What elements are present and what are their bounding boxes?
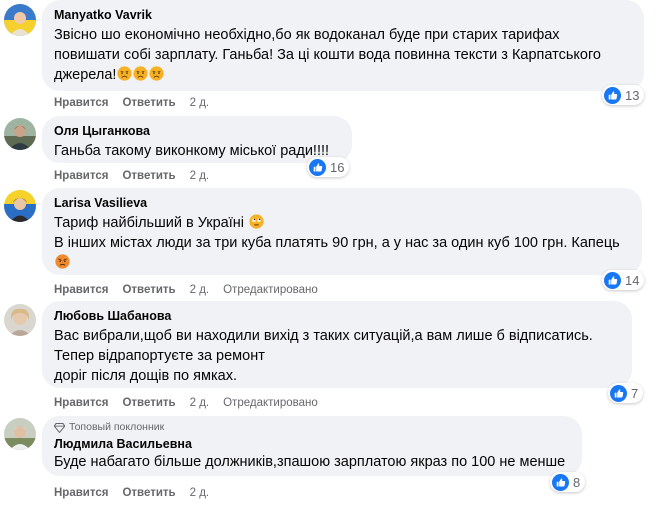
crying-face-emoji bbox=[133, 66, 148, 81]
top-fan-label: Топовый поклонник bbox=[69, 421, 165, 433]
avatar[interactable] bbox=[4, 304, 36, 336]
comment-text: Вас вибрали,щоб ви находили вихід з таки… bbox=[54, 326, 620, 386]
comment-time[interactable]: 2 д. bbox=[190, 487, 210, 499]
like-link[interactable]: Нравится bbox=[54, 97, 108, 109]
like-reaction-icon bbox=[610, 385, 627, 402]
top-fan-badge: Топовый поклонник bbox=[54, 421, 570, 434]
comment-time[interactable]: 2 д. bbox=[190, 97, 210, 109]
comment-line: Тариф найбільший в Україні bbox=[54, 213, 630, 233]
crying-face-emoji bbox=[117, 66, 132, 81]
comment-line: Звісно шо економічно необхідно,бо як вод… bbox=[54, 27, 560, 43]
like-reaction-icon bbox=[604, 272, 621, 289]
comment-line: Вас вибрали,щоб ви находили вихід з таки… bbox=[54, 328, 593, 344]
like-reaction-icon bbox=[552, 474, 569, 491]
like-link[interactable]: Нравится bbox=[54, 170, 108, 182]
comment-actions: Нравится Ответить 2 д. Отредактировано bbox=[54, 283, 318, 297]
reply-link[interactable]: Ответить bbox=[122, 97, 175, 109]
comment-time[interactable]: 2 д. bbox=[190, 170, 210, 182]
comment-bubble: Оля Цыганкова Ганьба такому виконкому мі… bbox=[42, 116, 352, 163]
comment-line: Тепер відрапортуєте за ремонт bbox=[54, 348, 265, 364]
diamond-icon bbox=[54, 422, 65, 433]
reaction-count-value: 13 bbox=[625, 87, 640, 103]
comment-line: джерела! bbox=[54, 65, 632, 85]
comment-line: Буде набагато більше должників,зпашою за… bbox=[54, 454, 566, 470]
comment-time[interactable]: 2 д. bbox=[190, 397, 210, 409]
comment-text: Буде набагато більше должників,зпашою за… bbox=[54, 452, 570, 472]
avatar[interactable] bbox=[4, 118, 36, 150]
like-reaction-icon bbox=[604, 87, 621, 104]
comment-author[interactable]: Оля Цыганкова bbox=[54, 123, 340, 139]
comment-text: Звісно шо економічно необхідно,бо як вод… bbox=[54, 25, 632, 85]
reply-link[interactable]: Ответить bbox=[122, 284, 175, 296]
crying-face-emoji bbox=[149, 66, 164, 81]
like-link[interactable]: Нравится bbox=[54, 487, 108, 499]
comment-bubble: Любовь Шабанова Вас вибрали,щоб ви наход… bbox=[42, 301, 632, 388]
reply-link[interactable]: Ответить bbox=[122, 170, 175, 182]
comment-text: Ганьба такому виконкому міської ради!!!! bbox=[54, 141, 340, 161]
angry-face-emoji bbox=[55, 254, 70, 269]
comment-actions: Нравится Ответить 2 д. bbox=[54, 486, 223, 500]
comment-author[interactable]: Manyatko Vavrik bbox=[54, 7, 632, 23]
comment-line-text: Тариф найбільший в Україні bbox=[54, 215, 244, 231]
comment-author[interactable]: Людмила Васильевна bbox=[54, 436, 570, 452]
comment-bubble: Larisa Vasilieva Тариф найбільший в Укра… bbox=[42, 188, 642, 275]
comment-actions: Нравится Ответить 2 д. bbox=[54, 169, 223, 183]
comment-line-text: джерела! bbox=[54, 67, 117, 83]
reply-link[interactable]: Ответить bbox=[122, 487, 175, 499]
reaction-count-value: 14 bbox=[625, 272, 640, 288]
reaction-count[interactable]: 13 bbox=[602, 85, 645, 105]
like-reaction-icon bbox=[309, 159, 326, 176]
reaction-count-value: 16 bbox=[330, 159, 345, 175]
comment-time[interactable]: 2 д. bbox=[190, 284, 210, 296]
reply-link[interactable]: Ответить bbox=[122, 397, 175, 409]
like-link[interactable]: Нравится bbox=[54, 397, 108, 409]
edited-label: Отредактировано bbox=[223, 397, 318, 409]
avatar[interactable] bbox=[4, 418, 36, 450]
comment-line: повишати собі зарплату. Ганьба! За ці ко… bbox=[54, 47, 601, 63]
reaction-count[interactable]: 7 bbox=[608, 383, 644, 403]
reaction-count[interactable]: 16 bbox=[307, 157, 350, 177]
comment-line bbox=[54, 253, 630, 273]
comment-actions: Нравится Ответить 2 д. bbox=[54, 96, 223, 110]
comment-bubble: Топовый поклонник Людмила Васильевна Буд… bbox=[42, 416, 582, 476]
reaction-count-value: 7 bbox=[631, 385, 639, 401]
like-link[interactable]: Нравится bbox=[54, 284, 108, 296]
comment-author[interactable]: Larisa Vasilieva bbox=[54, 195, 630, 211]
comment-line: В інших містах люди за три куба платять … bbox=[54, 235, 620, 251]
reaction-count[interactable]: 14 bbox=[602, 270, 645, 290]
comment-line: доріг після дощів по ямках. bbox=[54, 368, 237, 384]
comment-text: Тариф найбільший в Україні В інших міста… bbox=[54, 213, 630, 273]
reaction-count-value: 8 bbox=[573, 474, 581, 490]
edited-label: Отредактировано bbox=[223, 284, 318, 296]
avatar[interactable] bbox=[4, 190, 36, 222]
comment-author[interactable]: Любовь Шабанова bbox=[54, 308, 620, 324]
comment-actions: Нравится Ответить 2 д. Отредактировано bbox=[54, 396, 318, 410]
avatar[interactable] bbox=[4, 4, 36, 36]
rolling-eyes-emoji bbox=[249, 214, 264, 229]
reaction-count[interactable]: 8 bbox=[550, 472, 586, 492]
comment-bubble: Manyatko Vavrik Звісно шо економічно нео… bbox=[42, 0, 644, 91]
comment-line: Ганьба такому виконкому міської ради!!!! bbox=[54, 143, 330, 159]
